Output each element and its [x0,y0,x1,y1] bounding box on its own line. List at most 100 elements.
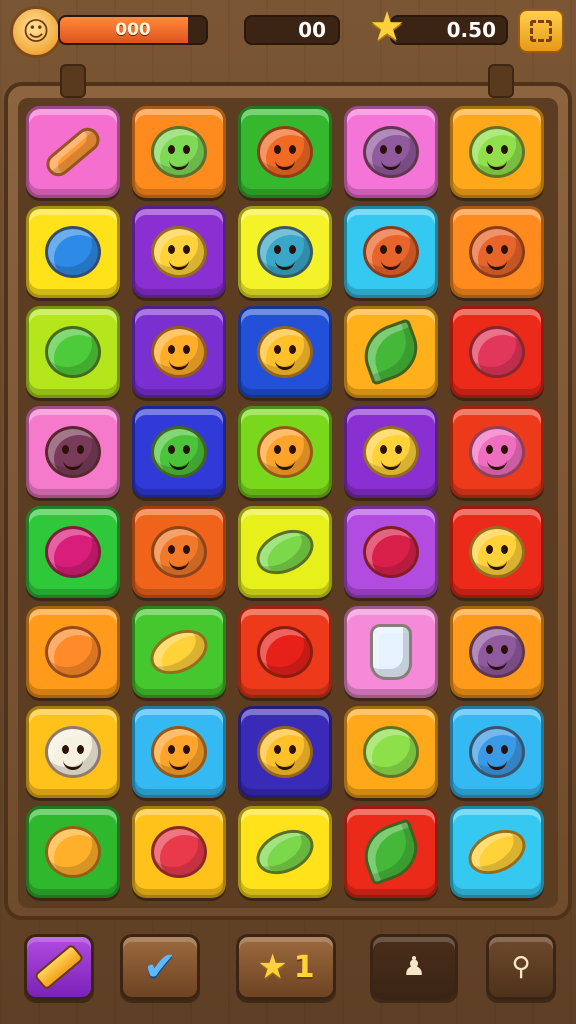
candy-bar-icon [41,122,105,182]
leaf-icon [355,817,427,887]
red-fruit-icon [363,526,419,578]
board-tile[interactable] [344,106,438,198]
energy-bar: 000 [58,15,208,45]
board-tile[interactable] [132,706,226,798]
orange-face-icon [257,126,313,178]
yellow-face-icon [151,226,207,278]
board-tile[interactable] [450,806,544,898]
board-tile[interactable] [450,706,544,798]
board-tile[interactable] [132,306,226,398]
face-mouth [275,157,295,170]
board-tile[interactable] [450,306,544,398]
bone-booster-button[interactable]: ⚲ [486,934,556,1000]
board-tile[interactable] [450,106,544,198]
blue-face-icon [469,726,525,778]
star-booster-count: 1 [293,949,315,985]
red-apple-icon [257,626,313,678]
green-apple-icon [363,726,419,778]
purple-face-icon [363,126,419,178]
green-bean-icon [249,521,321,583]
board-tile[interactable] [344,206,438,298]
board-tile[interactable] [344,806,438,898]
board-tile[interactable] [132,606,226,698]
board-tile[interactable] [26,406,120,498]
yellow-face-icon [469,526,525,578]
board-tile[interactable] [238,106,332,198]
board-tile[interactable] [132,206,226,298]
score-counter: 00 [244,15,340,45]
bottom-toolbar: ✔ ★ 1 ♟ ⚲ [0,928,576,1024]
orange-face-icon [151,726,207,778]
face-mouth [487,257,507,270]
face-mouth [63,457,83,470]
green-blob-face-icon [151,126,207,178]
board-tile[interactable] [26,506,120,598]
board-tile[interactable] [26,306,120,398]
pineapple-icon [45,826,101,878]
raspberry-icon [151,826,207,878]
board-tile[interactable] [344,406,438,498]
board-tile[interactable] [450,506,544,598]
smiling-cat-face-icon[interactable]: ☺ [10,6,62,58]
pencil-booster-button[interactable] [24,934,94,1000]
blueberry-icon [45,226,101,278]
board-tile[interactable] [238,206,332,298]
lemon-icon [143,621,215,683]
board-tile[interactable] [132,106,226,198]
board-tile[interactable] [238,406,332,498]
yellow-face-icon [363,426,419,478]
face-mouth [169,457,189,470]
board-tile[interactable] [344,506,438,598]
strawberry-icon [469,326,525,378]
board-tile[interactable] [450,406,544,498]
board-tile[interactable] [344,606,438,698]
board-tile[interactable] [344,306,438,398]
board-tile[interactable] [238,806,332,898]
face-mouth [487,557,507,570]
energy-value: 000 [115,20,151,40]
orange-face-icon [151,526,207,578]
plum-face-icon [45,426,101,478]
milk-jug-icon [370,624,412,680]
board-tile[interactable] [26,606,120,698]
board-tile[interactable] [132,406,226,498]
board-tile[interactable] [344,706,438,798]
yellow-face-icon [257,726,313,778]
board-tile[interactable] [238,306,332,398]
face-mouth [275,257,295,270]
face-mouth [169,557,189,570]
check-booster-icon: ✔ [143,944,177,990]
board-tile[interactable] [238,606,332,698]
game-board [18,98,558,908]
board-tile[interactable] [238,706,332,798]
face-mouth [275,357,295,370]
face-mouth [381,257,401,270]
board-tile[interactable] [132,506,226,598]
teal-face-icon [257,226,313,278]
board-tile[interactable] [450,206,544,298]
star-booster-button[interactable]: ★ 1 [236,934,336,1000]
board-tile[interactable] [26,806,120,898]
pink-face-icon [469,426,525,478]
pencil-booster-icon [33,943,85,991]
board-tile[interactable] [26,706,120,798]
board-tile[interactable] [450,606,544,698]
orange-face-icon [469,226,525,278]
board-tile[interactable] [238,506,332,598]
orange-face-icon [257,426,313,478]
leaf-icon [355,317,427,387]
face-mouth [169,157,189,170]
berry-icon [45,526,101,578]
board-tile[interactable] [26,206,120,298]
white-face-icon [45,726,101,778]
grid-menu-icon[interactable] [518,9,564,53]
face-mouth [487,657,507,670]
star-icon: ★ [369,4,405,50]
carrot-icon [45,626,101,678]
check-booster-button[interactable]: ✔ [120,934,200,1000]
gloves-booster-button[interactable]: ♟ [370,934,458,1000]
orange-face-icon [151,326,207,378]
board-tile[interactable] [132,806,226,898]
board-tile[interactable] [26,106,120,198]
green-face-icon [151,426,207,478]
